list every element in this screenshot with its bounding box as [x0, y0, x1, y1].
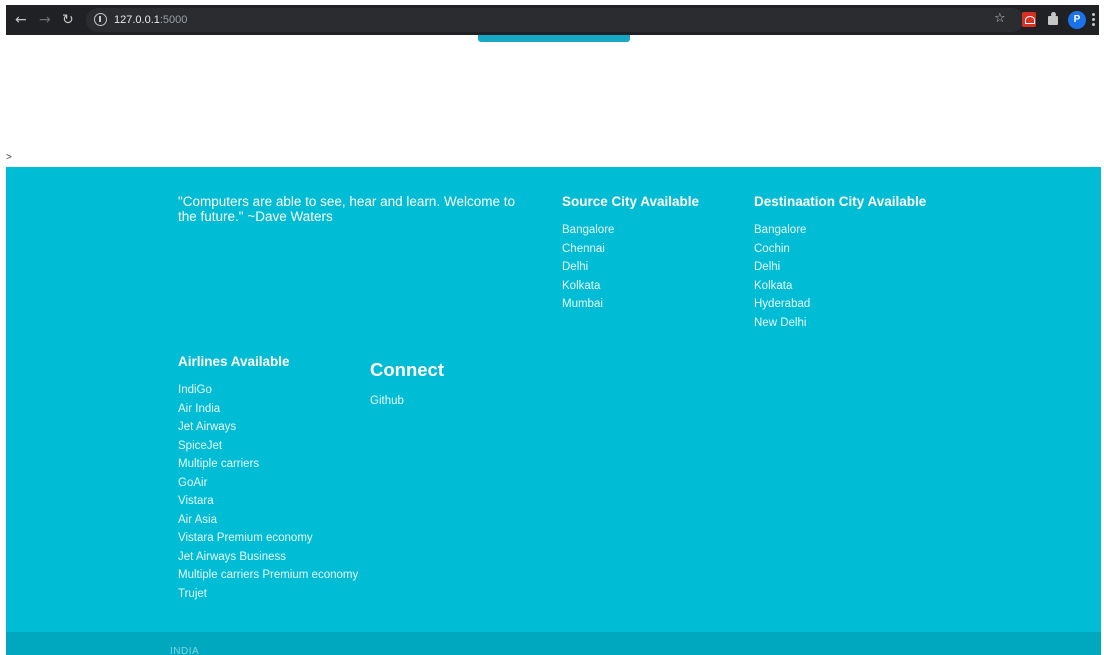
- browser-menu-icon[interactable]: [1092, 13, 1095, 27]
- airlines-list: IndiGo Air India Jet Airways SpiceJet Mu…: [178, 381, 358, 603]
- airline-item[interactable]: Air India: [178, 400, 358, 419]
- back-arrow-icon[interactable]: ←: [15, 12, 27, 28]
- address-url[interactable]: 127.0.0.1:5000: [114, 13, 187, 27]
- destination-city-title: Destinaation City Available: [754, 194, 927, 209]
- airline-item[interactable]: IndiGo: [178, 381, 358, 400]
- source-city-item[interactable]: Delhi: [562, 258, 614, 277]
- airline-item[interactable]: Multiple carriers: [178, 455, 358, 474]
- footer-copyright-text: INDIA: [170, 646, 200, 655]
- destination-city-item[interactable]: Delhi: [754, 258, 810, 277]
- destination-city-item[interactable]: Cochin: [754, 240, 810, 259]
- source-city-item[interactable]: Mumbai: [562, 295, 614, 314]
- source-city-title: Source City Available: [562, 194, 700, 209]
- stray-caret-text: >: [6, 152, 12, 163]
- forward-arrow-icon[interactable]: →: [39, 12, 51, 28]
- bookmark-star-icon[interactable]: ☆: [994, 11, 1006, 27]
- site-info-icon[interactable]: [94, 13, 107, 26]
- destination-city-item[interactable]: New Delhi: [754, 314, 810, 333]
- airlines-title: Airlines Available: [178, 354, 290, 369]
- airline-item[interactable]: Jet Airways Business: [178, 548, 358, 567]
- airline-item[interactable]: Vistara: [178, 492, 358, 511]
- source-city-list: Bangalore Chennai Delhi Kolkata Mumbai: [562, 221, 614, 314]
- url-host: 127.0.0.1: [114, 14, 160, 26]
- airline-item[interactable]: Multiple carriers Premium economy: [178, 566, 358, 585]
- connect-title: Connect: [370, 359, 444, 380]
- destination-city-item[interactable]: Hyderabad: [754, 295, 810, 314]
- airline-item[interactable]: Air Asia: [178, 511, 358, 530]
- pdf-extension-icon[interactable]: [1022, 12, 1036, 27]
- destination-city-list: Bangalore Cochin Delhi Kolkata Hyderabad…: [754, 221, 810, 332]
- source-city-item[interactable]: Kolkata: [562, 277, 614, 296]
- destination-city-item[interactable]: Bangalore: [754, 221, 810, 240]
- airline-item[interactable]: Jet Airways: [178, 418, 358, 437]
- airline-item[interactable]: SpiceJet: [178, 437, 358, 456]
- source-city-item[interactable]: Bangalore: [562, 221, 614, 240]
- profile-avatar[interactable]: P: [1068, 11, 1086, 29]
- destination-city-item[interactable]: Kolkata: [754, 277, 810, 296]
- airline-item[interactable]: Vistara Premium economy: [178, 529, 358, 548]
- address-bar[interactable]: 127.0.0.1:5000: [86, 8, 1024, 32]
- extensions-puzzle-icon[interactable]: [1046, 12, 1059, 26]
- browser-toolbar: ← → ↻ 127.0.0.1:5000 ☆ P: [6, 5, 1099, 35]
- airline-item[interactable]: GoAir: [178, 474, 358, 493]
- github-link[interactable]: Github: [370, 393, 404, 409]
- site-footer: "Computers are able to see, hear and lea…: [6, 167, 1101, 632]
- reload-icon[interactable]: ↻: [62, 12, 74, 28]
- source-city-item[interactable]: Chennai: [562, 240, 614, 259]
- footer-quote: "Computers are able to see, hear and lea…: [178, 194, 515, 224]
- airline-item[interactable]: Trujet: [178, 585, 358, 604]
- footer-copyright-bar: INDIA: [6, 632, 1101, 655]
- url-port: :5000: [159, 14, 188, 26]
- header-accent-bar: [478, 35, 630, 42]
